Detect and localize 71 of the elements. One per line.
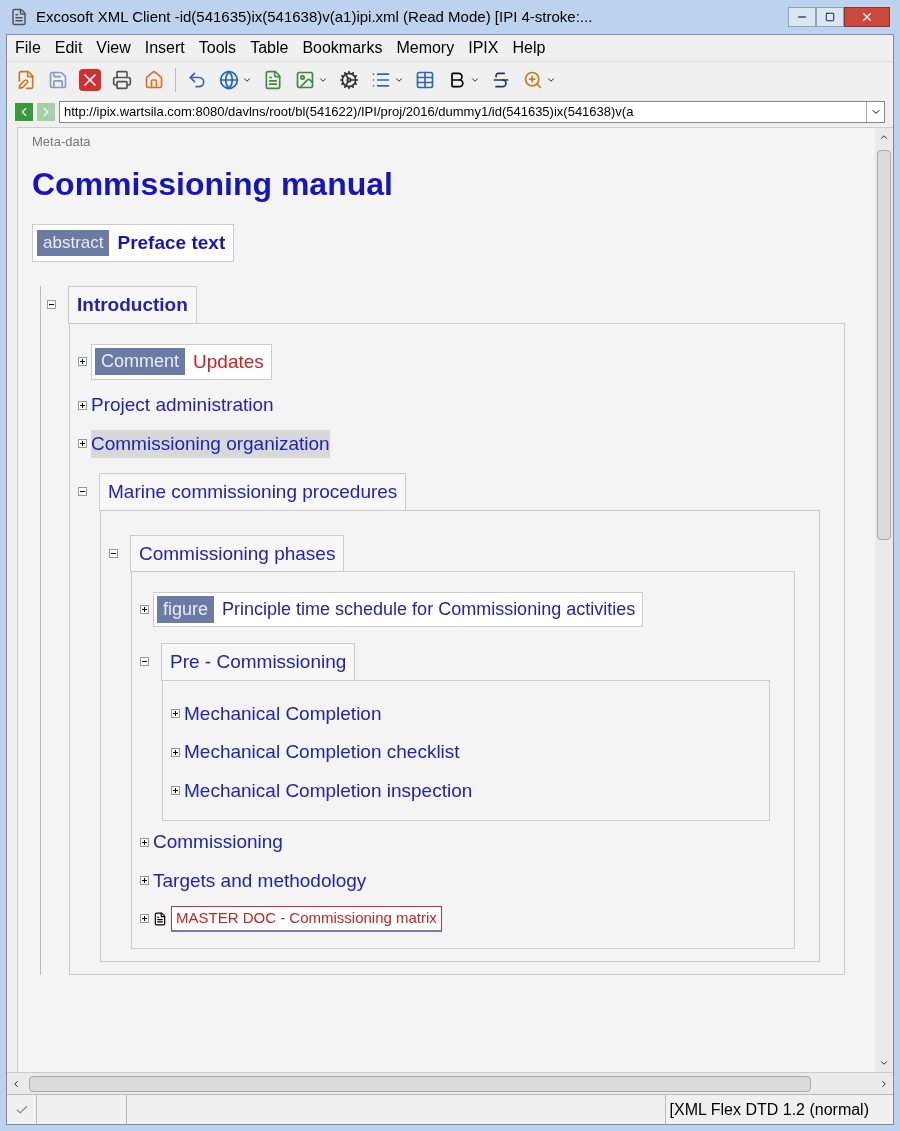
menu-item[interactable]: Memory [396, 36, 455, 60]
close-icon[interactable] [79, 68, 101, 91]
printer-icon[interactable] [111, 68, 133, 91]
expand-icon[interactable] [140, 605, 149, 614]
collapse-icon[interactable] [78, 487, 87, 497]
scroll-thumb[interactable] [877, 150, 891, 540]
scroll-thumb[interactable] [29, 1075, 811, 1092]
address-text: http://ipix.wartsila.com:8080/davlns/root/bl(541622)/IPI/proj/2016/dummy1/id(541635)ix(541638)v(a [63, 103, 635, 122]
section-heading[interactable]: Introduction [68, 286, 197, 324]
menu-item[interactable]: Bookmarks [302, 36, 383, 60]
collapse-icon[interactable] [140, 657, 149, 667]
document-link[interactable]: MASTER DOC - Commissioning matrix [171, 906, 442, 932]
expand-icon[interactable] [78, 400, 87, 410]
app-icon [10, 8, 28, 26]
expand-icon[interactable] [171, 709, 180, 719]
tree-link[interactable]: Commissioning [153, 828, 283, 857]
menu-item[interactable]: File [15, 36, 41, 60]
menu-item[interactable]: View [96, 36, 131, 60]
tree-link[interactable]: Mechanical Completion checklist [184, 738, 460, 767]
vertical-scrollbar[interactable] [875, 128, 893, 1072]
tree-link[interactable]: Mechanical Completion [184, 699, 382, 728]
menu-item[interactable]: Help [512, 36, 546, 60]
expand-icon[interactable] [78, 357, 87, 367]
scroll-down-icon[interactable] [879, 1058, 889, 1068]
entry-title: Updates [192, 349, 265, 374]
section-heading[interactable]: Pre - Commissioning [161, 643, 356, 681]
menu-item[interactable]: Tools [198, 36, 237, 60]
menu-item[interactable]: Edit [54, 36, 83, 60]
tag-label: figure [157, 596, 215, 623]
tag-label: Comment [95, 348, 186, 376]
entry-title: Principle time schedule for Commissioning activities [221, 598, 637, 621]
expand-icon[interactable] [171, 786, 180, 796]
maximize-icon [825, 12, 835, 22]
expand-icon[interactable] [140, 876, 149, 886]
maximize-button[interactable] [816, 7, 844, 27]
close-button[interactable] [844, 7, 890, 27]
meta-data-label: Meta-data [32, 133, 92, 151]
gear-icon[interactable] [338, 68, 360, 91]
document-title: Commissioning manual [32, 164, 394, 204]
tagged-entry[interactable]: figure Principle time schedule for Commissioning activities [153, 592, 644, 627]
document-icon [153, 911, 167, 926]
tree-link[interactable]: Targets and methodology [153, 866, 367, 895]
horizontal-scrollbar[interactable] [7, 1072, 893, 1094]
address-field[interactable]: http://ipix.wartsila.com:8080/davlns/root/bl(541622)/IPI/proj/2016/dummy1/id(541635)ix(541638)v(a [59, 101, 885, 123]
expand-icon[interactable] [140, 837, 149, 847]
menu-item[interactable]: Table [250, 36, 289, 60]
home-icon[interactable] [143, 68, 165, 91]
tree-link[interactable]: Mechanical Completion inspection [184, 776, 473, 805]
status-text: [XML Flex DTD 1.2 (normal) [668, 1099, 870, 1120]
tagged-entry[interactable]: Comment Updates [91, 343, 272, 380]
section-heading[interactable]: Commissioning phases [130, 534, 345, 572]
expand-icon[interactable] [140, 914, 149, 924]
menu-item[interactable]: IPIX [468, 36, 499, 60]
scroll-up-icon[interactable] [879, 132, 889, 142]
scroll-right-icon[interactable] [879, 1078, 889, 1089]
expand-icon[interactable] [171, 747, 180, 757]
globe-icon[interactable] [218, 68, 240, 91]
window-title: Excosoft XML Client -id(541635)ix(541638)v(a1)ipi.xml (Read Mode) [IPI 4-stroke:... [36, 6, 594, 27]
collapse-icon[interactable] [109, 548, 118, 558]
minimize-button[interactable] [788, 7, 816, 27]
tree-link[interactable]: Commissioning organization [91, 429, 330, 458]
expand-icon[interactable] [78, 439, 87, 449]
section-heading[interactable]: Marine commissioning procedures [99, 473, 407, 511]
tag-label: abstract [37, 230, 110, 256]
scroll-left-icon[interactable] [11, 1078, 21, 1089]
back-button[interactable] [15, 103, 33, 121]
collapse-icon[interactable] [47, 300, 56, 310]
menu-item[interactable]: Insert [144, 36, 185, 60]
close-icon [860, 10, 874, 24]
abstract-text: Preface text [117, 230, 227, 255]
tree-link[interactable]: Project administration [91, 391, 274, 420]
